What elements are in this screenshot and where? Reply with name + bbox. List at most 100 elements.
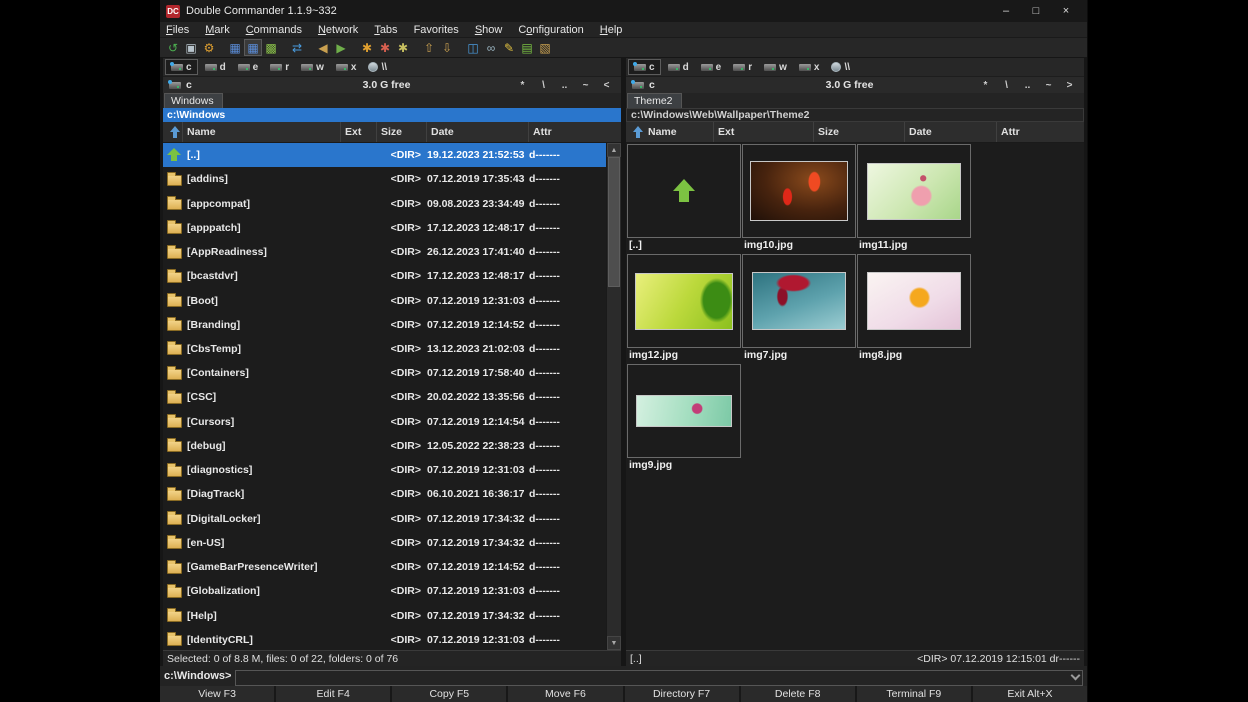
left-col-date[interactable]: Date [427, 122, 529, 142]
drive-button-x[interactable]: x [331, 59, 362, 75]
nav-button-home[interactable]: ~ [1040, 78, 1057, 92]
file-row[interactable]: [GameBarPresenceWriter]<DIR>07.12.2019 1… [163, 555, 606, 579]
thumbnail-item[interactable]: [..] [627, 144, 741, 251]
scroll-down-icon[interactable]: ▼ [607, 636, 621, 650]
file-row[interactable]: [DigitalLocker]<DIR>07.12.2019 17:34:32d… [163, 507, 606, 531]
archive-add-icon[interactable]: ⇧ [420, 39, 438, 56]
menu-item-commands[interactable]: Commands [246, 24, 302, 36]
left-path-bar[interactable]: c:\Windows [163, 108, 621, 122]
left-drive-select[interactable]: c [169, 79, 259, 91]
left-col-attr[interactable]: Attr [529, 122, 606, 142]
pack-icon[interactable]: ✱ [358, 39, 376, 56]
file-row[interactable]: [Globalization]<DIR>07.12.2019 12:31:03d… [163, 579, 606, 603]
menu-item-mark[interactable]: Mark [205, 24, 229, 36]
drive-button-c[interactable]: c [628, 59, 661, 75]
left-col-ext[interactable]: Ext [341, 122, 377, 142]
file-row[interactable]: [addins]<DIR>07.12.2019 17:35:43d------- [163, 167, 606, 191]
thumbnail-cell[interactable] [857, 254, 971, 348]
fkey-button-copy-f5[interactable]: Copy F5 [392, 686, 506, 702]
left-tab-windows[interactable]: Windows [164, 93, 223, 108]
nav-button-root[interactable]: * [977, 78, 994, 92]
scroll-up-icon[interactable]: ▲ [607, 143, 621, 157]
file-row[interactable]: [Containers]<DIR>07.12.2019 17:58:40d---… [163, 361, 606, 385]
left-col-size[interactable]: Size [377, 122, 427, 142]
thumbnail-cell[interactable] [627, 144, 741, 238]
file-row[interactable]: [DiagTrack]<DIR>06.10.2021 16:36:17d----… [163, 482, 606, 506]
drive-button-x[interactable]: x [794, 59, 825, 75]
command-input[interactable] [235, 670, 1083, 686]
thumbnail-cell[interactable] [742, 254, 856, 348]
menu-item-tabs[interactable]: Tabs [374, 24, 397, 36]
thumbnail-cell[interactable] [857, 144, 971, 238]
menu-item-configuration[interactable]: Configuration [518, 24, 583, 36]
right-sort-indicator[interactable] [626, 122, 646, 142]
file-row[interactable]: [bcastdvr]<DIR>17.12.2023 12:48:17d-----… [163, 264, 606, 288]
copy-left-icon[interactable]: ◀ [314, 39, 332, 56]
nav-button-history[interactable]: < [598, 78, 615, 92]
left-scrollbar[interactable]: ▲ ▼ [606, 143, 621, 650]
right-path-bar[interactable]: c:\Windows\Web\Wallpaper\Theme2 [626, 108, 1084, 122]
swap-panels-icon[interactable]: ⇄ [288, 39, 306, 56]
archive-extract-icon[interactable]: ⇩ [438, 39, 456, 56]
file-row[interactable]: [CbsTemp]<DIR>13.12.2023 21:02:03d------… [163, 337, 606, 361]
file-row[interactable]: [Cursors]<DIR>07.12.2019 12:14:54d------… [163, 410, 606, 434]
file-row[interactable]: [AppReadiness]<DIR>26.12.2023 17:41:40d-… [163, 240, 606, 264]
left-col-name[interactable]: Name [183, 122, 341, 142]
drive-button-r[interactable]: r [728, 59, 757, 75]
nav-button-up[interactable]: .. [556, 78, 573, 92]
sync-dirs-icon[interactable]: ◫ [464, 39, 482, 56]
nav-button-root[interactable]: * [514, 78, 531, 92]
full-view-icon[interactable]: ▦ [244, 39, 262, 56]
network-button[interactable]: \\ [363, 59, 392, 75]
network-button[interactable]: \\ [826, 59, 855, 75]
fkey-button-move-f6[interactable]: Move F6 [508, 686, 622, 702]
file-row[interactable]: [..]<DIR>19.12.2023 21:52:53d------- [163, 143, 606, 167]
right-col-ext[interactable]: Ext [714, 122, 814, 142]
right-drive-select[interactable]: c [632, 79, 722, 91]
unpack-icon[interactable]: ✱ [376, 39, 394, 56]
folder-compare-icon[interactable]: ▤ [518, 39, 536, 56]
nav-button-up[interactable]: .. [1019, 78, 1036, 92]
fkey-button-terminal-f9[interactable]: Terminal F9 [857, 686, 971, 702]
menu-item-favorites[interactable]: Favorites [414, 24, 459, 36]
drive-button-r[interactable]: r [265, 59, 294, 75]
extract-icon[interactable]: ✱ [394, 39, 412, 56]
file-row[interactable]: [Help]<DIR>07.12.2019 17:34:32d------- [163, 603, 606, 627]
brief-view-icon[interactable]: ▦ [226, 39, 244, 56]
file-row[interactable]: [Boot]<DIR>07.12.2019 12:31:03d------- [163, 288, 606, 312]
fkey-button-edit-f4[interactable]: Edit F4 [276, 686, 390, 702]
right-col-attr[interactable]: Attr [997, 122, 1084, 142]
properties-icon[interactable]: ▧ [536, 39, 554, 56]
drive-button-w[interactable]: w [296, 59, 329, 75]
right-tab-theme2[interactable]: Theme2 [627, 93, 682, 108]
right-col-date[interactable]: Date [905, 122, 997, 142]
file-row[interactable]: [Branding]<DIR>07.12.2019 12:14:52d-----… [163, 313, 606, 337]
drive-button-d[interactable]: d [200, 59, 231, 75]
file-row[interactable]: [IdentityCRL]<DIR>07.12.2019 12:31:03d--… [163, 628, 606, 650]
thumbnail-cell[interactable] [627, 254, 741, 348]
left-sort-indicator[interactable] [163, 122, 183, 142]
right-col-name[interactable]: Name [646, 122, 714, 142]
thumbnail-item[interactable]: img12.jpg [627, 254, 741, 361]
fkey-button-view-f3[interactable]: View F3 [160, 686, 274, 702]
menu-item-files[interactable]: Files [166, 24, 189, 36]
menu-item-help[interactable]: Help [600, 24, 623, 36]
drive-button-w[interactable]: w [759, 59, 792, 75]
fkey-button-directory-f7[interactable]: Directory F7 [625, 686, 739, 702]
nav-button-backslash[interactable]: \ [998, 78, 1015, 92]
close-button[interactable]: × [1051, 2, 1081, 20]
thumbnails-view-icon[interactable]: ▩ [262, 39, 280, 56]
search-icon[interactable]: ∞ [482, 39, 500, 56]
copy-right-icon[interactable]: ▶ [332, 39, 350, 56]
thumbnail-item[interactable]: img9.jpg [627, 364, 741, 471]
file-row[interactable]: [CSC]<DIR>20.02.2022 13:35:56d------- [163, 385, 606, 409]
nav-button-home[interactable]: ~ [577, 78, 594, 92]
fkey-button-delete-f8[interactable]: Delete F8 [741, 686, 855, 702]
drive-button-e[interactable]: e [233, 59, 264, 75]
thumbnail-item[interactable]: img8.jpg [857, 254, 971, 361]
options-icon[interactable]: ⚙ [200, 39, 218, 56]
file-row[interactable]: [diagnostics]<DIR>07.12.2019 12:31:03d--… [163, 458, 606, 482]
thumbnail-item[interactable]: img10.jpg [742, 144, 856, 251]
drive-button-d[interactable]: d [663, 59, 694, 75]
nav-button-backslash[interactable]: \ [535, 78, 552, 92]
